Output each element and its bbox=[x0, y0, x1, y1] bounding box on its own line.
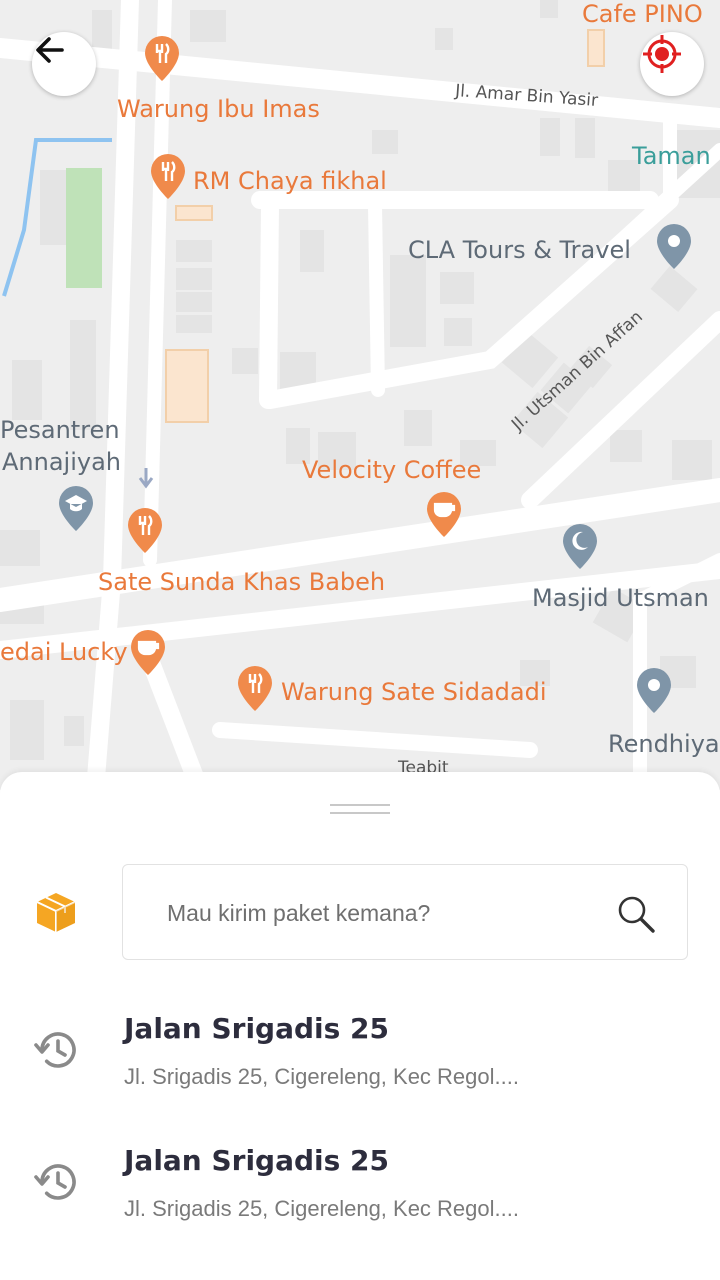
poi-label[interactable]: Taman bbox=[632, 144, 711, 168]
package-box-icon bbox=[36, 893, 76, 932]
poi-label[interactable]: Masjid Utsman bbox=[532, 586, 709, 610]
restaurant-pin-icon[interactable] bbox=[235, 664, 275, 714]
history-icon bbox=[34, 1032, 76, 1068]
poi-label[interactable]: edai Lucky bbox=[0, 640, 128, 664]
poi-label[interactable]: Cafe PINO bbox=[582, 2, 703, 26]
poi-label[interactable]: RM Chaya fikhal bbox=[193, 169, 387, 193]
map-canvas bbox=[0, 0, 720, 790]
recent-address-title: Jalan Srigadis 25 bbox=[124, 1144, 390, 1177]
restaurant-pin-icon[interactable] bbox=[142, 34, 182, 84]
search-icon[interactable] bbox=[615, 893, 657, 935]
sheet-handle-line bbox=[330, 812, 390, 814]
search-field[interactable] bbox=[122, 864, 688, 960]
mosque-pin-icon[interactable] bbox=[560, 522, 600, 572]
cafe-pin-icon[interactable] bbox=[128, 628, 168, 678]
recent-address-subtitle: Jl. Srigadis 25, Cigereleng, Kec Regol..… bbox=[124, 1196, 519, 1221]
map-view[interactable]: Jl. Amar Bin Yasir Jl. Utsman Bin Affan … bbox=[0, 0, 720, 790]
back-button[interactable] bbox=[32, 32, 96, 96]
history-icon bbox=[34, 1164, 76, 1200]
restaurant-pin-icon[interactable] bbox=[148, 152, 188, 202]
place-pin-icon[interactable] bbox=[654, 222, 694, 272]
recent-address-item[interactable]: Jalan Srigadis 25 Jl. Srigadis 25, Ciger… bbox=[0, 1144, 720, 1254]
recent-address-subtitle: Jl. Srigadis 25, Cigereleng, Kec Regol..… bbox=[124, 1064, 519, 1089]
poi-label[interactable]: Warung Ibu Imas bbox=[117, 97, 320, 121]
my-location-button[interactable] bbox=[640, 32, 704, 96]
poi-label[interactable]: Sate Sunda Khas Babeh bbox=[98, 570, 385, 594]
sheet-handle[interactable] bbox=[330, 804, 390, 806]
cafe-pin-icon[interactable] bbox=[424, 490, 464, 540]
poi-label[interactable]: Rendhiya bbox=[608, 732, 720, 756]
poi-label[interactable]: CLA Tours & Travel bbox=[408, 238, 631, 262]
school-pin-icon[interactable] bbox=[56, 484, 96, 534]
crosshair-icon bbox=[643, 35, 681, 73]
recent-address-title: Jalan Srigadis 25 bbox=[124, 1012, 390, 1045]
arrow-left-icon bbox=[36, 37, 64, 63]
poi-label[interactable]: Warung Sate Sidadadi bbox=[281, 680, 547, 704]
poi-label[interactable]: Pesantren bbox=[0, 418, 120, 442]
poi-label[interactable]: Velocity Coffee bbox=[302, 458, 481, 482]
restaurant-pin-icon[interactable] bbox=[125, 506, 165, 556]
recent-address-item[interactable]: Jalan Srigadis 25 Jl. Srigadis 25, Ciger… bbox=[0, 1012, 720, 1122]
search-input[interactable] bbox=[167, 891, 587, 935]
place-pin-icon[interactable] bbox=[634, 666, 674, 716]
poi-label[interactable]: Annajiyah bbox=[2, 450, 121, 474]
bottom-sheet[interactable]: Jalan Srigadis 25 Jl. Srigadis 25, Ciger… bbox=[0, 772, 720, 1280]
